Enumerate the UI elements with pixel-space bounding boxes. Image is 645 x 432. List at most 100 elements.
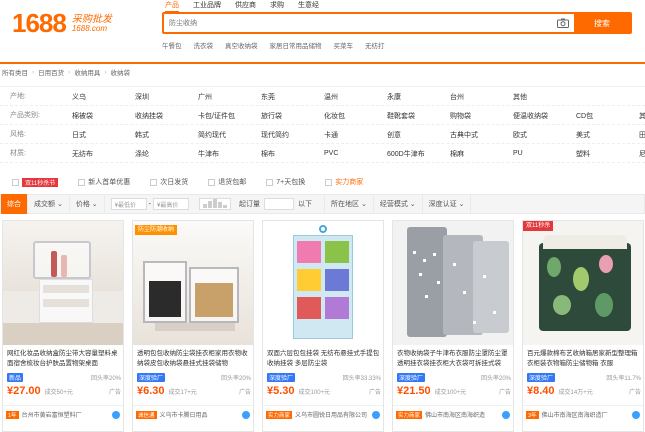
filter-option[interactable]: 其他 — [513, 92, 576, 102]
filter-option[interactable]: 棉麻 — [450, 149, 513, 159]
filter-option[interactable]: 简约现代 — [198, 130, 261, 140]
filter-option[interactable]: 田园 — [639, 130, 645, 140]
filter-option[interactable]: CD包 — [576, 111, 639, 121]
filter-option[interactable]: 牛津布 — [198, 149, 261, 159]
product-card[interactable]: 双面六层包包挂袋 无纺布悬挂式手提包收纳挂袋 多层防尘袋 深度验厂 回头率33.… — [262, 220, 384, 432]
breadcrumb-item[interactable]: 收纳袋 — [111, 67, 131, 77]
sort-volume[interactable]: 成交额 ⌄ — [28, 194, 70, 214]
product-image[interactable] — [3, 221, 123, 345]
filter-option[interactable]: 永康 — [387, 92, 450, 102]
filter-option[interactable]: 美式 — [576, 130, 639, 140]
filter-option[interactable]: 古典中式 — [450, 130, 513, 140]
hotword[interactable]: 午餐包 — [162, 40, 182, 50]
shop-name[interactable]: 义乌市圆锐日用品有限公司 — [295, 410, 367, 419]
shop-name[interactable]: 义乌市卡腾日用品 — [160, 410, 208, 419]
product-title[interactable]: 衣物收纳袋子牛津布衣服防尘罩防尘罩透明挂衣袋挂衣柜大衣袋可拆挂式袋 — [397, 349, 511, 369]
breadcrumb-item[interactable]: 收纳用具 — [74, 67, 100, 77]
shop-tag: 实力商家 — [266, 410, 293, 419]
product-image[interactable] — [263, 221, 383, 345]
filter-option[interactable]: 欧式 — [513, 130, 576, 140]
product-card[interactable]: 网红化妆品收纳盒防尘带大容量塑料桌面宿舍梳妆台护肤品置物架桌面 新品 回头率20… — [2, 220, 124, 432]
filter-option[interactable]: 购物袋 — [450, 111, 513, 121]
chat-icon[interactable] — [372, 410, 380, 419]
sort-default[interactable]: 综合 — [1, 194, 28, 214]
filter-option[interactable]: 其他 — [639, 111, 645, 121]
shop-name[interactable]: 佛山市南海区南海织造厂 — [542, 410, 608, 419]
product-title[interactable]: 透明包包收纳防尘袋挂衣柜家用衣物收纳袋皮包收纳袋悬挂式挂袋储物 — [137, 349, 251, 369]
certification-dropdown[interactable]: 深度认证 ⌄ — [423, 194, 472, 214]
filter-option[interactable]: 创意 — [387, 130, 450, 140]
hotword[interactable]: 无纺打 — [365, 40, 385, 50]
checkbox[interactable] — [266, 178, 274, 186]
camera-icon[interactable] — [552, 14, 574, 32]
filter-option[interactable]: 鞋靴套袋 — [387, 111, 450, 121]
filter-option[interactable]: 棉被袋 — [72, 111, 135, 121]
checkbox[interactable] — [325, 178, 333, 186]
filter-option[interactable]: 日式 — [72, 130, 135, 140]
moq-input[interactable] — [264, 198, 294, 210]
service-option[interactable]: 7+天包换 — [266, 177, 305, 187]
filter-option[interactable]: PVC — [324, 150, 387, 157]
product-card[interactable]: 双11秒杀 百元爆款棉布艺收纳箱居家新型整理箱衣柜装衣物箱防尘储物箱 衣服 深度… — [522, 220, 644, 432]
product-title[interactable]: 双面六层包包挂袋 无纺布悬挂式手提包收纳挂袋 多层防尘袋 — [267, 349, 381, 369]
filter-label: 风格: — [10, 131, 26, 138]
product-card[interactable]: 防尘防潮收纳 透明包包收纳防尘袋挂衣柜家用衣物收纳袋皮包收纳袋悬挂式挂袋储物 深… — [132, 220, 254, 432]
hotword[interactable]: 真空收纳袋 — [225, 40, 258, 50]
checkbox[interactable] — [150, 178, 158, 186]
region-dropdown[interactable]: 所在地区 ⌄ — [324, 194, 374, 214]
filter-option[interactable]: 600D牛津布 — [387, 149, 450, 159]
filter-option[interactable]: 卡通 — [324, 130, 387, 140]
checkbox[interactable] — [12, 178, 19, 186]
chat-icon[interactable] — [632, 410, 640, 419]
hotword[interactable]: 买菜车 — [334, 40, 354, 50]
hotword[interactable]: 洗衣袋 — [194, 40, 214, 50]
product-image[interactable]: 双11秒杀 — [523, 221, 643, 345]
service-option[interactable]: 次日发货 — [150, 177, 188, 187]
service-option[interactable]: 实力商家 — [325, 177, 363, 187]
product-image[interactable]: 防尘防潮收纳 — [133, 221, 253, 345]
product-title[interactable]: 百元爆款棉布艺收纳箱居家新型整理箱衣柜装衣物箱防尘储物箱 衣服 — [527, 349, 641, 369]
filter-option[interactable]: 现代简约 — [261, 130, 324, 140]
filter-option[interactable]: 涤纶 — [135, 149, 198, 159]
product-title[interactable]: 网红化妆品收纳盒防尘带大容量塑料桌面宿舍梳妆台护肤品置物架桌面 — [7, 349, 121, 369]
filter-option[interactable]: 化妆包 — [324, 111, 387, 121]
service-promo[interactable]: 双11秒杀节 — [12, 177, 59, 187]
product-image[interactable] — [393, 221, 513, 345]
service-option[interactable]: 新人首单优惠 — [78, 177, 130, 187]
filter-option[interactable]: PU — [513, 150, 576, 157]
chat-icon[interactable] — [112, 410, 120, 419]
filter-option[interactable]: 收纳挂袋 — [135, 111, 198, 121]
filter-option[interactable]: 棉布 — [261, 149, 324, 159]
checkbox[interactable] — [78, 178, 86, 186]
business-mode-dropdown[interactable]: 经营模式 ⌄ — [374, 194, 423, 214]
price-min-input[interactable]: ¥最低价 — [110, 198, 147, 210]
breadcrumb-item[interactable]: 所有类目 — [2, 67, 28, 77]
filter-option[interactable]: 卡包/证件包 — [198, 111, 261, 121]
checkbox[interactable] — [208, 178, 216, 186]
filter-option[interactable]: 塑料 — [576, 149, 639, 159]
filter-option[interactable]: 尼龙 — [639, 149, 645, 159]
hotword[interactable]: 家居日常用品储物 — [270, 40, 322, 50]
breadcrumb-item[interactable]: 日用百货 — [38, 67, 64, 77]
chat-icon[interactable] — [502, 410, 510, 419]
filter-option[interactable]: 深圳 — [135, 92, 198, 102]
filter-option[interactable]: 无纺布 — [72, 149, 135, 159]
filter-option[interactable]: 东莞 — [261, 92, 324, 102]
filter-option[interactable]: 广州 — [198, 92, 261, 102]
search-input[interactable] — [164, 14, 552, 32]
filter-option[interactable]: 义乌 — [72, 92, 135, 102]
search-button[interactable]: 搜索 — [574, 14, 630, 32]
product-card[interactable]: 衣物收纳袋子牛津布衣服防尘罩防尘罩透明挂衣袋挂衣柜大衣袋可拆挂式袋 深度验厂 回… — [392, 220, 514, 432]
shop-name[interactable]: 佛山市南海区南海织造 — [425, 410, 485, 419]
filter-option[interactable]: 台州 — [450, 92, 513, 102]
filter-option[interactable]: 温州 — [324, 92, 387, 102]
logo[interactable]: 1688 采购批发 1688.com — [12, 8, 112, 39]
price-max-input[interactable]: ¥最高价 — [153, 198, 189, 210]
sort-price[interactable]: 价格 ⌄ — [70, 194, 105, 214]
chat-icon[interactable] — [242, 410, 250, 419]
service-option[interactable]: 退货包邮 — [208, 177, 246, 187]
filter-option[interactable]: 便温收纳袋 — [513, 111, 576, 121]
filter-option[interactable]: 旅行袋 — [261, 111, 324, 121]
filter-option[interactable]: 韩式 — [135, 130, 198, 140]
shop-name[interactable]: 台州市黄岩富恒塑料厂 — [22, 410, 82, 419]
